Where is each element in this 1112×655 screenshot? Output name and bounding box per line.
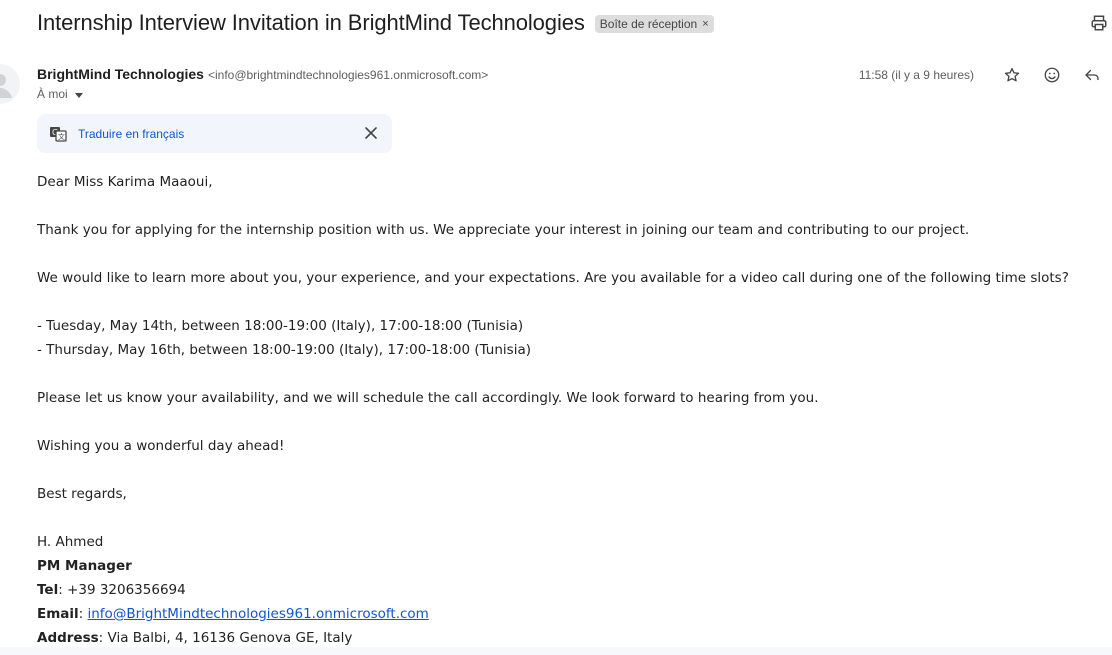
recipient-details-toggle[interactable]: À moi	[37, 87, 83, 101]
closing: Best regards,	[37, 486, 127, 502]
person-avatar-icon	[0, 74, 12, 98]
translate-bar: G 文 Traduire en français	[37, 114, 392, 153]
inbox-label-chip[interactable]: Boîte de réception ×	[594, 15, 714, 33]
body-paragraph: We would like to learn more about you, y…	[37, 270, 1069, 286]
email-label: Email	[37, 606, 79, 622]
emoji-icon	[1044, 67, 1060, 83]
body-paragraph: Thank you for applying for the internshi…	[37, 222, 970, 238]
subject-row: Internship Interview Invitation in Brigh…	[37, 6, 714, 40]
email-separator: :	[78, 606, 88, 622]
bottom-strip	[0, 647, 1112, 655]
inbox-label-text: Boîte de réception	[599, 17, 698, 31]
chevron-down-icon	[74, 92, 83, 98]
time-slot: - Tuesday, May 14th, between 18:00-19:00…	[37, 318, 524, 334]
signature-title: PM Manager	[37, 554, 1097, 578]
timestamp: 11:58 (il y a 9 heures)	[858, 68, 974, 82]
printer-icon	[1091, 15, 1107, 31]
message-actions: 11:58 (il y a 9 heures)	[859, 64, 1112, 86]
email-link[interactable]: info@BrightMindtechnologies961.onmicroso…	[88, 606, 429, 622]
body-paragraph: Wishing you a wonderful day ahead!	[37, 438, 285, 454]
body-paragraph: Please let us know your availability, an…	[37, 390, 819, 406]
print-button[interactable]	[1088, 12, 1110, 34]
time-slot: - Thursday, May 16th, between 18:00-19:0…	[37, 342, 531, 358]
translate-icon: G 文	[49, 126, 67, 142]
translate-link[interactable]: Traduire en français	[78, 127, 184, 141]
email-subject: Internship Interview Invitation in Brigh…	[37, 10, 585, 35]
close-translate-button[interactable]	[363, 125, 379, 141]
address-value: : Via Balbi, 4, 16136 Genova GE, Italy	[98, 630, 353, 646]
star-icon	[1004, 67, 1020, 82]
tel-value: : +39 3206356694	[58, 582, 186, 598]
message-body: Dear Miss Karima Maaoui, Thank you for a…	[37, 170, 1097, 650]
remove-label-button[interactable]: ×	[702, 17, 708, 31]
address-label: Address	[37, 630, 99, 646]
signature-name: H. Ahmed	[37, 534, 104, 550]
star-button[interactable]	[992, 64, 1032, 86]
close-icon	[365, 127, 377, 139]
signature-title-text: PM Manager	[37, 558, 132, 574]
tel-label: Tel	[37, 582, 59, 598]
email-view: Internship Interview Invitation in Brigh…	[0, 0, 1112, 655]
sender-email: <info@brightmindtechnologies961.onmicros…	[207, 68, 489, 82]
sender-row: BrightMind Technologies <info@brightmind…	[37, 66, 488, 82]
add-reaction-button[interactable]	[1032, 64, 1072, 86]
signature-email: Email: info@BrightMindtechnologies961.on…	[37, 602, 1097, 626]
sender-name[interactable]: BrightMind Technologies	[37, 66, 204, 82]
reply-button[interactable]	[1072, 64, 1112, 86]
reply-icon	[1085, 69, 1099, 81]
signature-tel: Tel: +39 3206356694	[37, 578, 1097, 602]
svg-text:文: 文	[58, 132, 65, 141]
greeting: Dear Miss Karima Maaoui,	[37, 174, 213, 190]
sender-avatar[interactable]	[0, 64, 20, 104]
recipient-label: À moi	[37, 87, 68, 101]
